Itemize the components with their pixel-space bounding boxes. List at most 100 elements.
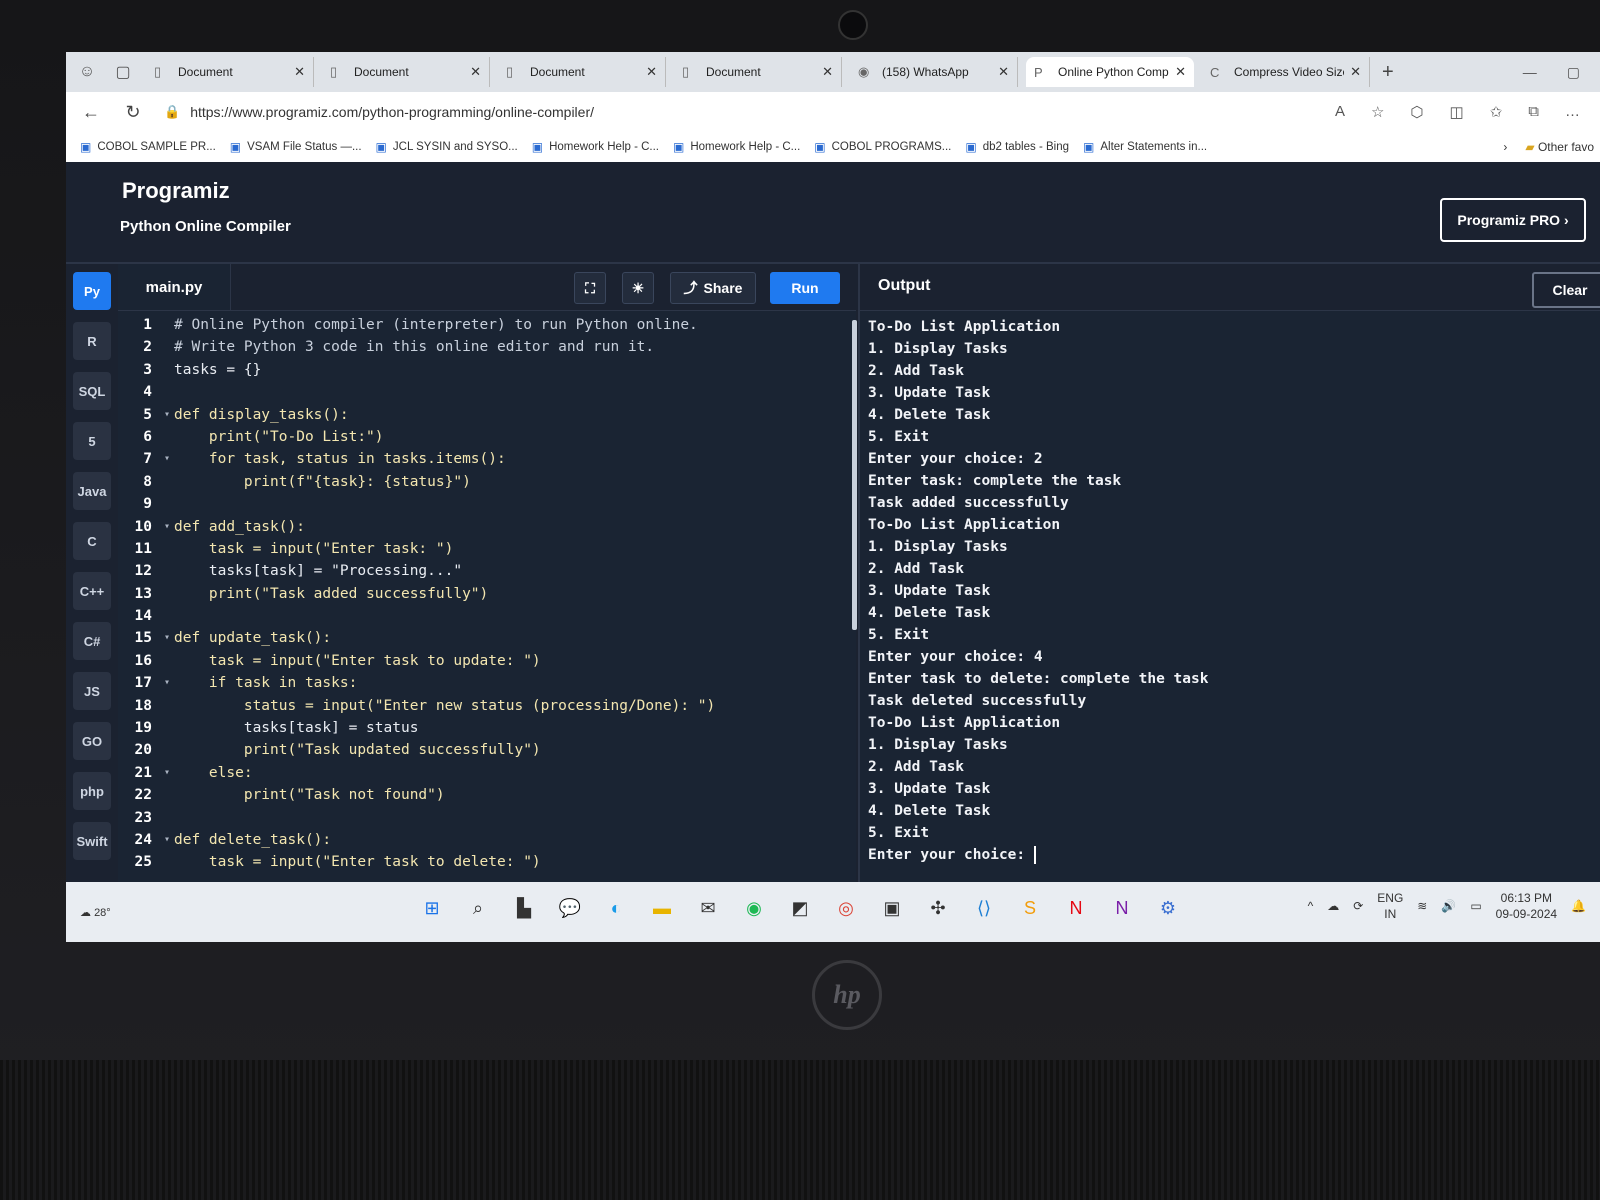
minimize-icon[interactable]: — bbox=[1523, 64, 1537, 81]
fold-marker[interactable] bbox=[164, 851, 174, 873]
search-icon[interactable]: ⌕ bbox=[462, 892, 494, 924]
browser-tab[interactable]: ▯ Document ✕ bbox=[146, 57, 314, 87]
fold-marker[interactable]: ▾ bbox=[164, 762, 174, 784]
bookmark-item[interactable]: ▣ VSAM File Status —... bbox=[230, 140, 362, 154]
close-icon[interactable]: ✕ bbox=[822, 64, 833, 80]
fold-marker[interactable] bbox=[164, 605, 174, 627]
fold-marker[interactable] bbox=[164, 493, 174, 515]
browser-tab[interactable]: P Online Python Comp ✕ bbox=[1026, 57, 1194, 87]
close-icon[interactable]: ✕ bbox=[294, 64, 305, 80]
fold-marker[interactable]: ▾ bbox=[164, 404, 174, 426]
programiz-pro-button[interactable]: Programiz PRO › bbox=[1440, 198, 1586, 242]
fold-marker[interactable] bbox=[164, 583, 174, 605]
task-view-icon[interactable]: ▙ bbox=[508, 892, 540, 924]
language-icon[interactable]: JS bbox=[73, 672, 111, 710]
fold-marker[interactable] bbox=[164, 650, 174, 672]
chat-icon[interactable]: 💬 bbox=[554, 892, 586, 924]
chevron-up-icon[interactable]: ^ bbox=[1308, 899, 1314, 913]
fold-marker[interactable] bbox=[164, 717, 174, 739]
read-aloud-icon[interactable]: A bbox=[1335, 103, 1345, 121]
new-tab-button[interactable]: + bbox=[1382, 61, 1394, 84]
split-screen-icon[interactable]: ◫ bbox=[1450, 103, 1464, 121]
clock[interactable]: 06:13 PM 09-09-2024 bbox=[1496, 890, 1557, 922]
language-indicator[interactable]: ENG IN bbox=[1377, 890, 1403, 922]
code-area[interactable]: 1 # Online Python compiler (interpreter) … bbox=[118, 314, 856, 882]
weather-widget[interactable]: ☁ 28° bbox=[80, 906, 120, 919]
bookmark-item[interactable]: ▣ COBOL PROGRAMS... bbox=[814, 140, 951, 154]
bookmark-item[interactable]: ▣ JCL SYSIN and SYSO... bbox=[376, 140, 518, 154]
battery-icon[interactable]: ▭ bbox=[1470, 899, 1481, 913]
edge-icon[interactable]: ◐ bbox=[600, 892, 632, 924]
bookmark-item[interactable]: ▣ Homework Help - C... bbox=[532, 140, 659, 154]
wifi-icon[interactable]: ≋ bbox=[1417, 899, 1427, 913]
notification-bell-icon[interactable]: 🔔 bbox=[1571, 899, 1586, 913]
language-icon[interactable]: C bbox=[73, 522, 111, 560]
more-icon[interactable]: … bbox=[1565, 103, 1580, 121]
fold-marker[interactable] bbox=[164, 560, 174, 582]
language-icon[interactable]: C# bbox=[73, 622, 111, 660]
favorite-star-icon[interactable]: ☆ bbox=[1371, 103, 1384, 121]
bookmark-item[interactable]: ▣ db2 tables - Bing bbox=[965, 140, 1069, 154]
tab-actions-icon[interactable]: ▢ bbox=[108, 57, 138, 87]
fold-marker[interactable] bbox=[164, 739, 174, 761]
fold-marker[interactable]: ▾ bbox=[164, 672, 174, 694]
bookmark-item[interactable]: ▣ Alter Statements in... bbox=[1083, 140, 1207, 154]
language-icon[interactable]: R bbox=[73, 322, 111, 360]
theme-toggle-icon[interactable]: ☀ bbox=[622, 272, 654, 304]
chevron-right-icon[interactable]: › bbox=[1503, 140, 1507, 154]
language-icon[interactable]: C++ bbox=[73, 572, 111, 610]
fold-marker[interactable] bbox=[164, 426, 174, 448]
spotify-icon[interactable]: ◉ bbox=[738, 892, 770, 924]
sync-icon[interactable]: ⟳ bbox=[1353, 899, 1363, 913]
sticky-notes-icon[interactable]: ◩ bbox=[784, 892, 816, 924]
browser-tab[interactable]: C Compress Video Size ✕ bbox=[1202, 57, 1370, 87]
close-icon[interactable]: ✕ bbox=[998, 64, 1009, 80]
language-icon[interactable]: 5 bbox=[73, 422, 111, 460]
store-icon[interactable]: ▣ bbox=[876, 892, 908, 924]
language-icon[interactable]: Java bbox=[73, 472, 111, 510]
chrome-icon[interactable]: ◎ bbox=[830, 892, 862, 924]
fold-marker[interactable] bbox=[164, 314, 174, 336]
browser-tab[interactable]: ▯ Document ✕ bbox=[322, 57, 490, 87]
fold-marker[interactable] bbox=[164, 807, 174, 829]
editor-scrollbar[interactable] bbox=[852, 320, 857, 630]
fold-marker[interactable]: ▾ bbox=[164, 448, 174, 470]
fold-marker[interactable] bbox=[164, 336, 174, 358]
fold-marker[interactable] bbox=[164, 381, 174, 403]
fold-marker[interactable] bbox=[164, 359, 174, 381]
fold-marker[interactable] bbox=[164, 538, 174, 560]
browser-tab[interactable]: ▯ Document ✕ bbox=[674, 57, 842, 87]
slack-icon[interactable]: ✣ bbox=[922, 892, 954, 924]
clear-button[interactable]: Clear bbox=[1532, 272, 1600, 308]
bookmark-item[interactable]: ▣ Homework Help - C... bbox=[673, 140, 800, 154]
fullscreen-icon[interactable]: ⛶ bbox=[574, 272, 606, 304]
volume-icon[interactable]: 🔊 bbox=[1441, 899, 1456, 913]
close-icon[interactable]: ✕ bbox=[1175, 64, 1186, 80]
windows-start-icon[interactable]: ⊞ bbox=[416, 892, 448, 924]
run-button[interactable]: Run bbox=[770, 272, 840, 304]
refresh-icon[interactable]: ↻ bbox=[116, 102, 150, 123]
other-favorites[interactable]: ▰ Other favo bbox=[1525, 140, 1594, 154]
close-icon[interactable]: ✕ bbox=[470, 64, 481, 80]
browser-tab[interactable]: ◉ (158) WhatsApp ✕ bbox=[850, 57, 1018, 87]
extensions-icon[interactable]: ⬡ bbox=[1410, 103, 1423, 121]
fold-marker[interactable]: ▾ bbox=[164, 627, 174, 649]
maximize-icon[interactable]: ▢ bbox=[1567, 64, 1580, 81]
fold-marker[interactable] bbox=[164, 695, 174, 717]
file-explorer-icon[interactable]: ▬ bbox=[646, 892, 678, 924]
collections-icon[interactable]: ⧉ bbox=[1528, 103, 1539, 121]
fold-marker[interactable] bbox=[164, 784, 174, 806]
file-tab-main[interactable]: main.py bbox=[118, 264, 231, 310]
close-icon[interactable]: ✕ bbox=[646, 64, 657, 80]
vscode-icon[interactable]: ⟨⟩ bbox=[968, 892, 1000, 924]
language-icon[interactable]: php bbox=[73, 772, 111, 810]
share-button[interactable]: ⤴ Share bbox=[670, 272, 756, 304]
onedrive-icon[interactable]: ☁ bbox=[1327, 899, 1339, 913]
address-bar[interactable]: 🔒 https://www.programiz.com/python-progr… bbox=[164, 104, 594, 120]
netflix-icon[interactable]: N bbox=[1060, 892, 1092, 924]
language-icon[interactable]: Swift bbox=[73, 822, 111, 860]
settings-icon[interactable]: ⚙ bbox=[1152, 892, 1184, 924]
back-icon[interactable]: ← bbox=[74, 102, 108, 123]
bookmark-item[interactable]: ▣ COBOL SAMPLE PR... bbox=[80, 140, 216, 154]
browser-tab[interactable]: ▯ Document ✕ bbox=[498, 57, 666, 87]
